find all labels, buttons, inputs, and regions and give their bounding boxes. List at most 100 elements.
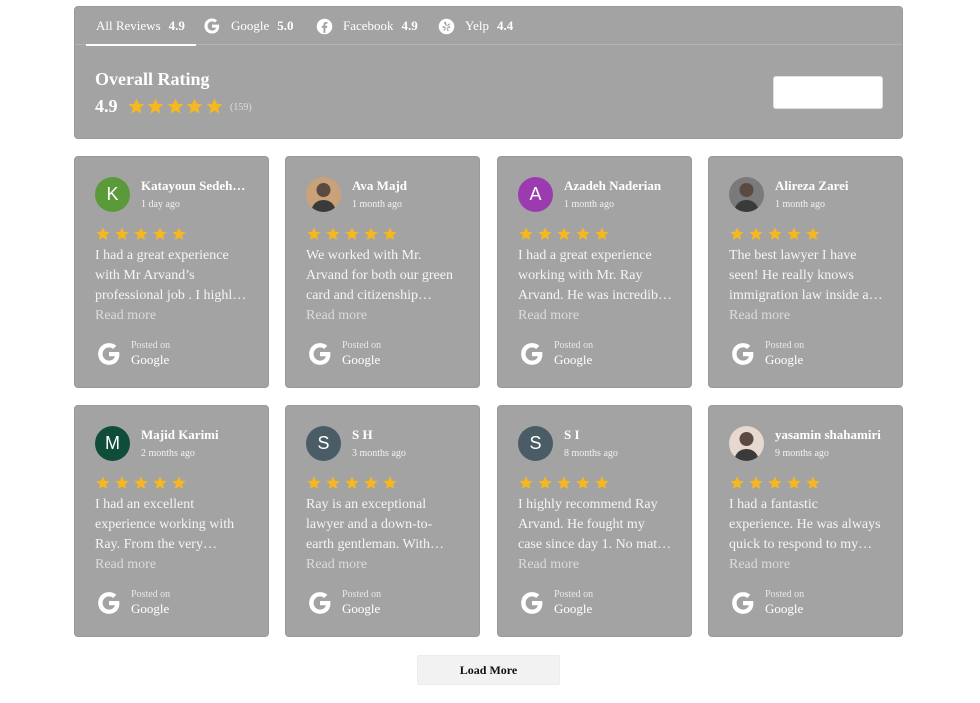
posted-on-label: Posted on	[342, 340, 382, 351]
review-card: S S I 8 months ago I highly recommend Ray Ar…	[497, 405, 692, 637]
star-icon	[128, 98, 144, 114]
review-text-line: I highly recommend Ray	[518, 497, 658, 512]
avatar[interactable]	[729, 177, 764, 212]
posted-on-label: Posted on	[554, 340, 594, 351]
star-icon	[326, 476, 340, 489]
review-card: Ava Majd 1 month ago We worked with Mr. Arv…	[285, 156, 480, 388]
load-more-button[interactable]: Load More	[417, 655, 560, 685]
google-icon	[98, 343, 120, 365]
review-stars	[518, 475, 613, 491]
reviewer-name[interactable]: S H	[352, 427, 464, 443]
avatar[interactable]: S	[306, 426, 341, 461]
review-card: M Majid Karimi 2 months ago I had an excell…	[74, 405, 269, 637]
avatar-initial: M	[105, 433, 120, 453]
avatar-initial: A	[529, 184, 542, 204]
review-text-line: lawyer and a down-to-	[306, 517, 433, 532]
star-icon	[307, 227, 321, 240]
reviewer-name[interactable]: Alireza Zarei	[775, 178, 887, 194]
review-date: 8 months ago	[564, 448, 618, 459]
read-more-link[interactable]: Read more	[518, 306, 579, 326]
review-text-line: Ray is an exceptional	[306, 497, 427, 512]
review-text-line: earth gentleman. With…	[306, 537, 444, 552]
star-icon	[538, 476, 552, 489]
reviewer-name[interactable]: S I	[564, 427, 676, 443]
google-icon	[203, 17, 221, 35]
star-icon	[519, 227, 533, 240]
reviewer-name[interactable]: yasamin shahamiri	[775, 427, 887, 443]
review-text-line: I had a great experience	[518, 248, 652, 263]
review-date: 1 day ago	[141, 199, 180, 210]
avatar[interactable]: K	[95, 177, 130, 212]
review-date: 1 month ago	[352, 199, 402, 210]
avatar[interactable]: M	[95, 426, 130, 461]
star-icon	[206, 98, 222, 114]
write-review-button[interactable]	[773, 76, 883, 109]
review-text: I had a fantastic experience. He was alwa…	[729, 495, 889, 555]
tab-all-reviews[interactable]: All Reviews 4.9	[86, 7, 196, 46]
read-more-link[interactable]: Read more	[729, 306, 790, 326]
tab-score: 4.4	[496, 18, 514, 33]
posted-on-label: Posted on	[554, 589, 594, 600]
review-stars	[95, 475, 190, 491]
avatar-photo-icon	[311, 183, 336, 212]
read-more-link[interactable]: Read more	[95, 555, 156, 575]
review-text-line: seen! He really knows	[729, 268, 854, 283]
star-icon	[172, 227, 186, 240]
review-text-line: experience. He was always	[729, 517, 881, 532]
read-more-link[interactable]: Read more	[518, 555, 579, 575]
source-tabs: All Reviews 4.9 Google 5.0 Facebook 4.9 …	[75, 7, 902, 46]
read-more-link[interactable]: Read more	[729, 555, 790, 575]
tab-google[interactable]: Google 5.0	[203, 7, 294, 45]
star-icon	[96, 476, 110, 489]
review-text: I had an excellent experience working wit…	[95, 495, 255, 555]
avatar-initial: S	[317, 433, 330, 453]
star-icon	[730, 227, 744, 240]
posted-on-label: Posted on	[765, 340, 805, 351]
avatar[interactable]	[729, 426, 764, 461]
review-text: We worked with Mr. Arvand for both our gr…	[306, 246, 466, 306]
read-more-link[interactable]: Read more	[306, 555, 367, 575]
google-icon	[521, 343, 543, 365]
avatar-initial: S	[529, 433, 542, 453]
star-icon	[557, 476, 571, 489]
reviewer-name[interactable]: Ava Majd	[352, 178, 464, 194]
tab-score: 4.9	[401, 18, 418, 33]
review-source: Google	[131, 352, 170, 367]
review-card: K Katayoun Sedeh… 1 day ago I had a great e…	[74, 156, 269, 388]
star-icon	[153, 476, 167, 489]
rating-summary-panel: All Reviews 4.9 Google 5.0 Facebook 4.9 …	[74, 6, 903, 139]
read-more-link[interactable]: Read more	[95, 306, 156, 326]
review-source: Google	[765, 352, 804, 367]
read-more-link[interactable]: Read more	[306, 306, 367, 326]
tab-yelp[interactable]: Yelp 4.4	[437, 7, 513, 45]
google-icon	[521, 592, 543, 614]
review-stars	[518, 226, 613, 242]
star-icon	[134, 227, 148, 240]
avatar[interactable]: S	[518, 426, 553, 461]
review-date: 1 month ago	[775, 199, 825, 210]
tab-label: Facebook	[343, 18, 394, 33]
google-icon	[98, 592, 120, 614]
star-icon	[768, 227, 782, 240]
google-icon	[732, 343, 754, 365]
star-icon	[307, 476, 321, 489]
review-source: Google	[765, 601, 804, 616]
review-text-line: experience working with	[95, 517, 235, 532]
review-text-line: I had a great experience	[95, 248, 229, 263]
avatar[interactable]: A	[518, 177, 553, 212]
star-icon	[383, 227, 397, 240]
reviewer-name[interactable]: Azadeh Naderian	[564, 178, 676, 194]
reviewer-name[interactable]: Katayoun Sedeh…	[141, 178, 253, 194]
tab-facebook[interactable]: Facebook 4.9	[315, 7, 418, 45]
review-stars	[306, 475, 401, 491]
avatar[interactable]	[306, 177, 341, 212]
reviewer-name[interactable]: Majid Karimi	[141, 427, 253, 443]
star-icon	[595, 476, 609, 489]
review-source: Google	[342, 601, 381, 616]
review-text-line: quick to respond to my…	[729, 537, 873, 552]
review-text-line: Ray. From the very…	[95, 537, 217, 552]
star-icon	[115, 476, 129, 489]
tab-label: Google	[231, 18, 270, 33]
star-icon	[806, 476, 820, 489]
star-icon	[345, 227, 359, 240]
